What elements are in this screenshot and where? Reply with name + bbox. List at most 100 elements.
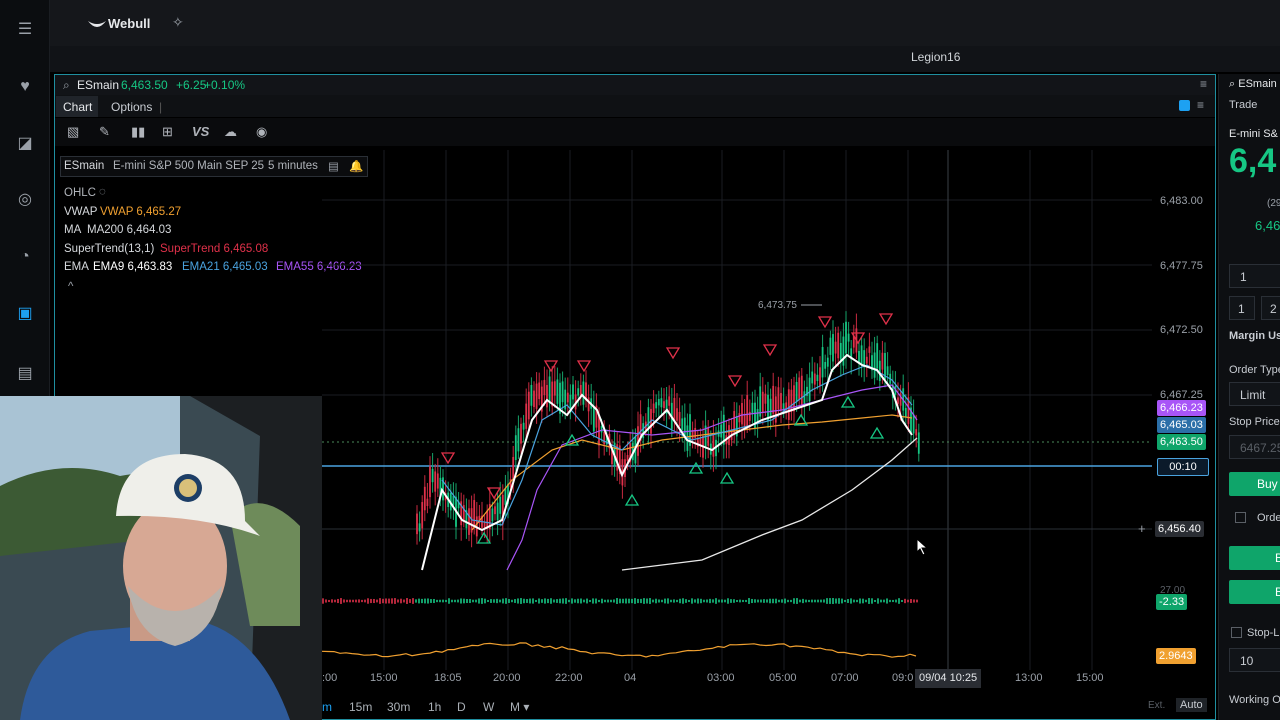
watchlist-heart-icon[interactable]: ♥ [14,76,36,98]
macd-bar [772,598,774,604]
macd-bar [817,599,819,603]
hide-eye-icon[interactable]: ◌ [99,186,106,198]
macd-bar [352,599,354,603]
layout-icon[interactable]: ⊞ [162,124,173,140]
market-icon[interactable]: ◔ [14,246,36,268]
macd-bar [721,599,723,603]
drawing-icon[interactable]: ▧ [67,124,79,140]
macd-bar [811,599,813,603]
search-icon[interactable]: ⌕ [63,78,70,93]
macd-bar [907,599,909,603]
auto-scale-button[interactable]: Auto [1176,698,1207,712]
macd-bar [490,599,492,603]
candle [496,502,499,521]
order-type-select[interactable]: Limit [1229,382,1280,406]
symbol-search-row[interactable]: ⌕ ESmain 6,463.50 +6.25 +0.10% ≡ [55,75,1215,95]
candle [829,337,832,355]
pen-icon[interactable]: ✎ [99,124,110,140]
macd-bar [460,598,462,604]
qty-preset-1[interactable]: 1 [1229,296,1255,320]
trade-icon[interactable]: ▣ [14,302,36,324]
candle [548,376,551,404]
macd-bar [562,598,564,604]
candle [819,367,821,386]
candle [423,486,426,511]
menu-icon[interactable]: ☰ [14,18,36,40]
candle-type-icon[interactable]: ▮▮ [131,124,145,140]
candle [790,389,793,412]
candle [774,396,777,423]
list-icon[interactable]: ≡ [1197,98,1204,112]
ext-hours-toggle[interactable]: Ext. [1148,700,1165,711]
macd-bar [715,598,717,604]
candle [473,500,476,528]
working-orders-label: Working O [1229,694,1280,706]
chart-icon[interactable]: ◪ [14,132,36,154]
candle [748,411,751,421]
qty-preset-2[interactable]: 2 [1261,296,1280,320]
ema21-price-tag: 6,465.03 [1157,417,1206,433]
macd-bar [412,598,414,604]
macd-bar [454,599,456,603]
timeframe-M[interactable]: M ▾ [510,700,529,714]
layout-badge-icon[interactable] [1179,100,1190,111]
compare-vs-button[interactable]: VS [192,124,209,139]
trade-search-icon[interactable]: ⌕ [1229,78,1235,90]
legend-ma-label: MA [64,224,82,236]
legend-st-label: SuperTrend(13,1) [64,243,155,255]
order-checkbox[interactable] [1235,512,1246,523]
quantity-input[interactable]: 1 [1229,264,1280,288]
candle [436,473,439,489]
macd-bar [775,598,777,604]
planet-icon[interactable]: ◎ [14,188,36,210]
candle [626,455,629,462]
macd-bar [334,599,336,603]
timeframe-W[interactable]: W [483,700,494,714]
stop-loss-checkbox[interactable] [1231,627,1242,638]
candle [517,428,520,452]
candle [543,379,546,395]
symbol-change: +6.25 [176,78,207,92]
macd-bar [559,598,561,604]
timeframe-15m[interactable]: 15m [349,700,372,714]
stop-loss-input[interactable]: 10 [1229,648,1280,672]
panel-menu-icon[interactable]: ≡ [1200,77,1207,91]
macd-bar [733,599,735,603]
macd-bar [688,599,690,603]
tab-options[interactable]: Options [111,100,152,114]
buy-button[interactable]: Buy [1229,472,1280,496]
buy-button-2[interactable]: Bu [1229,546,1280,570]
macd-bar [451,599,453,603]
buy-signal-triangle [476,531,492,544]
macd-bar [589,599,591,603]
collapse-caret-icon[interactable]: ^ [68,281,73,293]
candle [577,388,580,396]
price-chart[interactable]: 6,473.75 [322,150,1152,670]
candle [494,506,496,515]
macd-bar [433,598,435,604]
cloud-icon[interactable]: ☁ [224,124,237,140]
legend-interval[interactable]: 5 minutes [268,160,318,172]
candle [834,341,837,354]
symbol-change-pct: +0.10% [204,78,246,92]
macd-bar [631,598,633,604]
macd-bar [742,599,744,603]
macd-bar [868,598,870,604]
macd-bar [553,599,555,603]
wallet-icon[interactable]: ▤ [14,362,36,384]
tab-trade[interactable]: Trade [1229,99,1257,111]
tab-chart[interactable]: Chart [63,100,92,114]
timeframe-m[interactable]: m [322,700,332,714]
timeframe-1h[interactable]: 1h [428,700,441,714]
timeframe-D[interactable]: D [457,700,466,714]
stop-price-input[interactable]: 6467.25 [1229,435,1280,459]
replay-icon[interactable]: ◉ [256,124,267,140]
timeframe-30m[interactable]: 30m [387,700,410,714]
buy-button-3[interactable]: Bu [1229,580,1280,604]
party-icon[interactable]: ✧ [172,14,184,31]
add-alert-plus-icon[interactable]: + [1138,521,1146,536]
streamer-photo [0,396,322,720]
legend-ema21: EMA21 6,465.03 [182,261,268,273]
macd-bar [499,599,501,603]
macd-bar [748,598,750,604]
